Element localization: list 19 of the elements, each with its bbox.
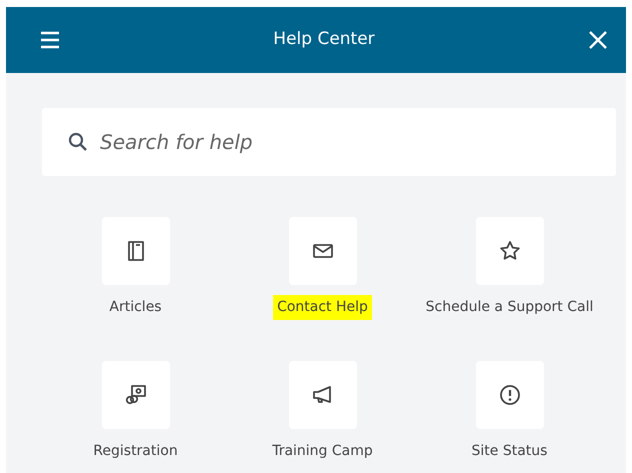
tile-button[interactable] bbox=[102, 361, 170, 429]
tile-label[interactable]: Registration bbox=[89, 439, 182, 464]
tile-label[interactable]: Contact Help bbox=[273, 295, 372, 320]
tile-button[interactable] bbox=[288, 217, 356, 285]
window-title: Help Center bbox=[273, 28, 375, 52]
tile-label[interactable]: Schedule a Support Call bbox=[422, 295, 598, 320]
tile-button[interactable] bbox=[288, 361, 356, 429]
tile-label[interactable]: Site Status bbox=[468, 439, 552, 464]
alert-icon bbox=[498, 383, 522, 407]
tile-button[interactable] bbox=[476, 361, 544, 429]
close-icon[interactable] bbox=[588, 30, 608, 50]
tile-button[interactable] bbox=[102, 217, 170, 285]
menu-icon[interactable] bbox=[40, 31, 60, 49]
tile-button[interactable] bbox=[476, 217, 544, 285]
tile-label[interactable]: Training Camp bbox=[268, 439, 377, 464]
cash-and-coins-icon bbox=[124, 383, 148, 407]
tile-label[interactable]: Articles bbox=[105, 295, 166, 320]
search-field[interactable]: Search for help bbox=[42, 108, 616, 176]
search-icon bbox=[68, 132, 88, 152]
